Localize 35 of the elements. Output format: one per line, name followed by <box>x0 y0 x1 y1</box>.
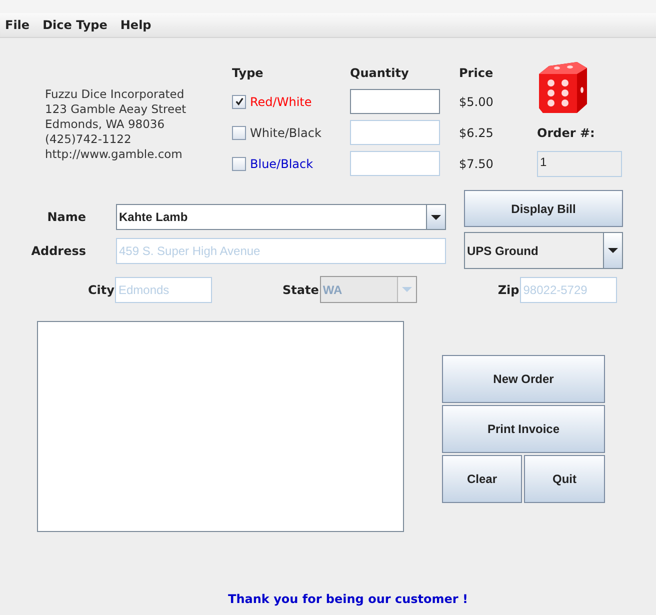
dice-type-checkbox[interactable]: Blue/Black <box>232 156 314 170</box>
company-info-line: (425)742-1122 <box>45 132 132 147</box>
shipping-combo-box[interactable]: UPS Ground <box>464 232 623 269</box>
quantity-field[interactable] <box>350 89 440 114</box>
display-bill-button[interactable]: Display Bill <box>464 190 623 227</box>
city-label: City <box>88 282 114 296</box>
column-header: Quantity <box>350 66 410 80</box>
company-info-line: 123 Gamble Aeay Street <box>45 102 188 117</box>
thank-you-message: Thank you for being our customer ! <box>227 592 469 606</box>
menu-item[interactable]: File <box>5 18 30 32</box>
price-text: $5.00 <box>459 94 494 108</box>
dice-type-checkbox[interactable]: White/Black <box>232 126 322 140</box>
quantity-field[interactable] <box>350 151 440 176</box>
name-label: Name <box>47 210 87 226</box>
company-info-line: Fuzzu Dice Incorporated <box>45 87 186 102</box>
quantity-field[interactable] <box>350 120 440 145</box>
menu-item[interactable]: Dice Type <box>42 18 108 32</box>
checkmark-icon <box>234 97 244 106</box>
price-text: $6.25 <box>459 126 494 140</box>
column-header: Price <box>459 66 494 80</box>
print-invoice-button[interactable]: Print Invoice <box>442 405 605 453</box>
price-text: $7.50 <box>459 156 494 170</box>
company-info-line: http://www.gamble.com <box>45 147 184 162</box>
invoice-text-area[interactable] <box>37 321 404 532</box>
state-label: State <box>282 282 319 296</box>
address-label: Address <box>31 244 87 258</box>
order-number-field: 1 <box>537 150 622 176</box>
zip-label: Zip <box>498 282 520 296</box>
menu-item[interactable]: Help <box>120 18 152 32</box>
company-info-line: Edmonds, WA 98036 <box>45 117 166 132</box>
new-order-button[interactable]: New Order <box>442 355 605 403</box>
quit-button[interactable]: Quit <box>524 455 605 503</box>
order-number-label: Order #: <box>537 126 596 140</box>
clear-button[interactable]: Clear <box>442 455 522 503</box>
column-header: Type <box>232 66 264 80</box>
